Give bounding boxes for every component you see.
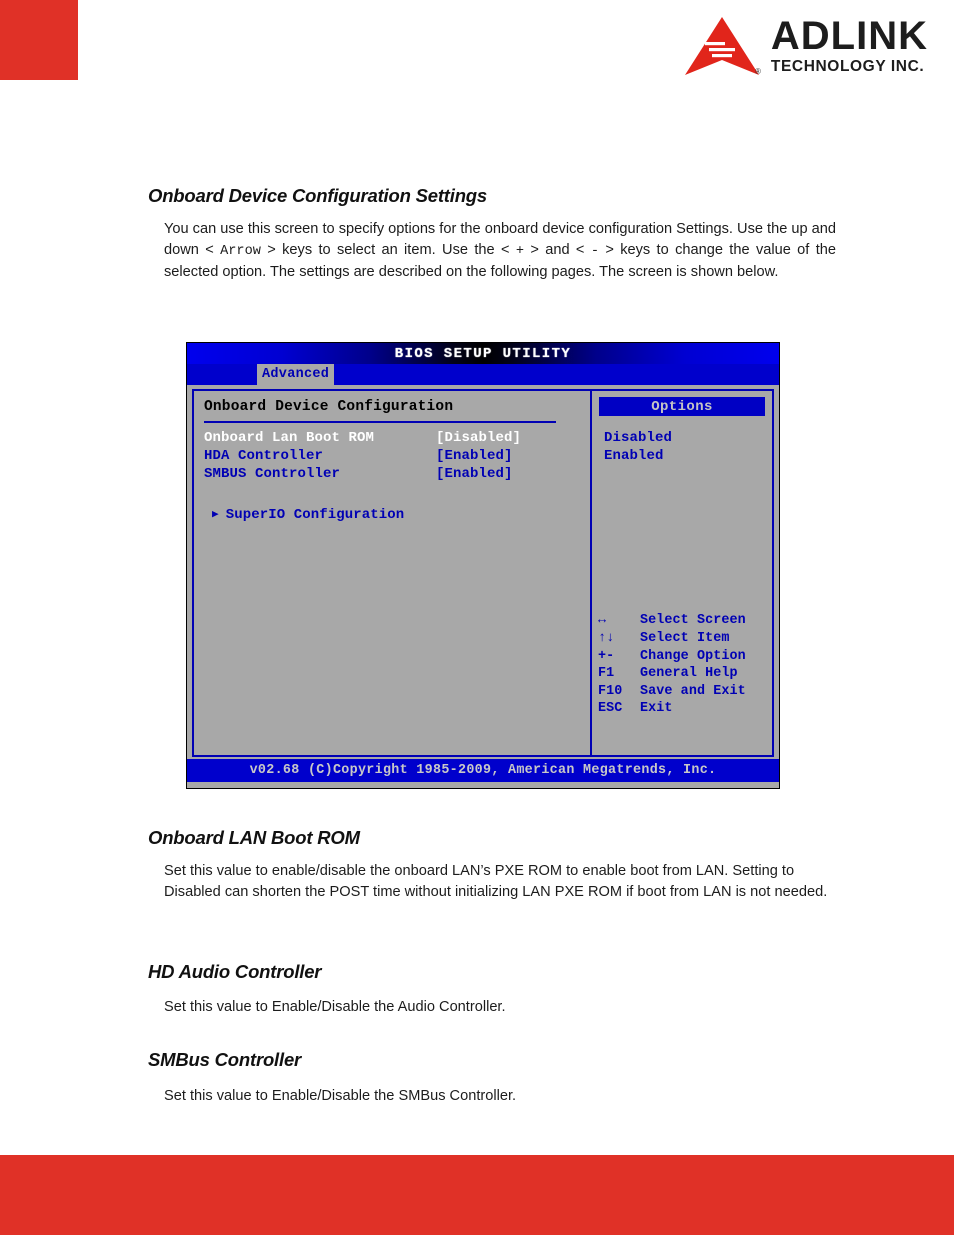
registered-mark: ® [755,67,761,76]
logo-tagline: TECHNOLOGY INC. [770,58,925,76]
key-arrow-literal: Arrow [220,244,261,259]
bios-copyright: v02.68 (C)Copyright 1985-2009, American … [249,763,717,778]
bios-title: BIOS SETUP UTILITY [394,345,572,362]
logo-wordmark: ADLINK [770,14,928,59]
triangle-right-icon: ▶ [212,508,219,521]
bios-panels: Onboard Device Configuration Onboard Lan… [192,389,774,757]
bios-setup-screenshot: BIOS SETUP UTILITY Advanced Onboard Devi… [186,342,780,789]
submenu-label: SuperIO Configuration [225,507,405,523]
intro-text-part-2: > keys to select an item. Use the < [260,242,516,258]
bios-title-bar: BIOS SETUP UTILITY [187,343,779,364]
keyhelp-desc: Change Option [640,648,746,664]
heading-onboard-lan-boot-rom: Onboard LAN Boot ROM [148,827,360,848]
keyhelp-desc: Save and Exit [640,683,746,699]
bottom-accent-bar [0,1155,954,1235]
bios-content-area: Onboard Device Configuration Onboard Lan… [187,385,779,759]
setting-row-onboard-lan-boot-rom[interactable]: Onboard Lan Boot ROM [Disabled] [204,429,590,447]
f10-key-icon: F10 [598,683,623,699]
esc-key-icon: ESC [598,701,623,717]
setting-label: SMBUS Controller [204,466,341,482]
setting-value: [Disabled] [436,430,522,446]
f1-key-icon: F1 [598,666,615,682]
options-list: Disabled Enabled [592,429,772,465]
heading-onboard-device-configuration-settings: Onboard Device Configuration Settings [148,185,487,206]
keyhelp-desc: Select Screen [640,613,746,629]
keyhelp-desc: Exit [640,701,673,717]
paragraph-onboard-lan-boot-rom: Set this value to enable/disable the onb… [164,863,828,900]
keyhelp-row-save-and-exit: F10 Save and Exit [598,683,746,701]
bios-tab-bar: Advanced [187,364,779,385]
left-right-arrow-icon: ↔ [598,613,607,629]
options-header: Options [599,397,765,416]
key-minus-literal: - [590,244,599,259]
adlink-triangle-icon: ® [684,17,761,76]
submenu-superio-configuration[interactable]: ▶ SuperIO Configuration [204,507,590,523]
panel-divider-rule [204,421,556,423]
setting-value: [Enabled] [436,448,513,464]
keyhelp-desc: Select Item [640,631,730,647]
keyhelp-row-change-option: +- Change Option [598,648,746,666]
option-item-disabled[interactable]: Disabled [604,429,772,447]
paragraph-smbus-controller: Set this value to Enable/Disable the SMB… [164,1088,517,1104]
setting-label: HDA Controller [204,448,324,464]
setting-row-hda-controller[interactable]: HDA Controller [Enabled] [204,447,590,465]
bios-settings-panel: Onboard Device Configuration Onboard Lan… [194,391,592,755]
keyboard-help-legend: ↔ Select Screen ↑↓ Select Item +- Change… [598,612,746,718]
adlink-logo: ® ADLINK TECHNOLOGY INC. [684,14,928,76]
heading-smbus-controller: SMBus Controller [148,1049,302,1070]
keyhelp-row-general-help: F1 General Help [598,665,746,683]
keyhelp-row-select-item: ↑↓ Select Item [598,630,746,648]
plus-minus-key-icon: +- [598,648,615,664]
tab-advanced[interactable]: Advanced [257,364,335,385]
paragraph-intro: You can use this screen to specify optio… [164,219,836,283]
intro-text-part-3: > and < [524,242,591,258]
bios-options-panel: Options Disabled Enabled ↔ Select Screen… [592,391,772,755]
bios-footer-bar: v02.68 (C)Copyright 1985-2009, American … [187,759,779,782]
heading-hd-audio-controller: HD Audio Controller [148,961,322,982]
top-left-accent-block [0,0,78,80]
option-item-enabled[interactable]: Enabled [604,447,772,465]
keyhelp-row-select-screen: ↔ Select Screen [598,612,746,630]
setting-row-smbus-controller[interactable]: SMBUS Controller [Enabled] [204,465,590,483]
up-down-arrow-icon: ↑↓ [598,631,615,647]
setting-label: Onboard Lan Boot ROM [204,430,375,446]
keyhelp-row-exit: ESC Exit [598,700,746,718]
bios-panel-heading: Onboard Device Configuration [204,399,454,415]
paragraph-hd-audio-controller: Set this value to Enable/Disable the Aud… [164,999,506,1015]
setting-value: [Enabled] [436,466,513,482]
key-plus-literal: + [515,244,525,259]
keyhelp-desc: General Help [640,666,738,682]
